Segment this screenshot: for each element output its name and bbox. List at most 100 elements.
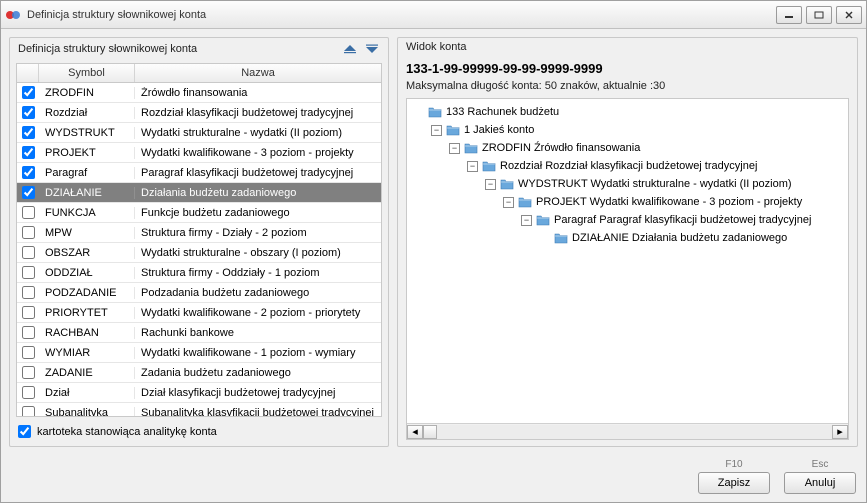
row-symbol: RACHBAN [39,327,135,339]
tree-collapse-icon[interactable]: − [431,125,442,136]
tree-item[interactable]: −WYDSTRUKT Wydatki strukturalne - wydatk… [409,175,846,193]
row-symbol: PODZADANIE [39,287,135,299]
row-checkbox[interactable] [22,286,35,299]
row-symbol: Subanalityka [39,407,135,417]
tree-collapse-icon[interactable]: − [449,143,460,154]
structure-panel-header: Definicja struktury słownikowej konta [10,38,388,63]
row-check-cell [17,106,39,119]
tree-item[interactable]: 133 Rachunek budżetu [409,103,846,121]
table-row[interactable]: RozdziałRozdział klasyfikacji budżetowej… [17,103,381,123]
row-checkbox[interactable] [22,326,35,339]
table-row[interactable]: ZADANIEZadania budżetu zadaniowego [17,363,381,383]
row-checkbox[interactable] [22,266,35,279]
table-row[interactable]: MPWStruktura firmy - Działy - 2 poziom [17,223,381,243]
row-nazwa: Struktura firmy - Oddziały - 1 poziom [135,267,381,279]
tree-item[interactable]: − ZRODFIN Źrówdło finansowania [409,139,846,157]
row-checkbox[interactable] [22,166,35,179]
tree-collapse-icon[interactable]: − [467,161,478,172]
row-nazwa: Wydatki kwalifikowane - 1 poziom - wymia… [135,347,381,359]
window-title: Definicja struktury słownikowej konta [27,9,776,21]
row-symbol: FUNKCJA [39,207,135,219]
row-symbol: PROJEKT [39,147,135,159]
tree-item-label: ZRODFIN Źrówdło finansowania [482,142,640,154]
content-area: Definicja struktury słownikowej konta Sy… [1,29,866,455]
row-checkbox[interactable] [22,386,35,399]
move-down-icon[interactable] [364,41,380,57]
table-row[interactable]: PROJEKTWydatki kwalifikowane - 3 poziom … [17,143,381,163]
row-symbol: Dział [39,387,135,399]
table-row[interactable]: DZIAŁANIEDziałania budżetu zadaniowego [17,183,381,203]
row-nazwa: Rozdział klasyfikacji budżetowej tradycy… [135,107,381,119]
save-button[interactable]: Zapisz [698,472,770,494]
tree-item-label: PROJEKT Wydatki kwalifikowane - 3 poziom… [536,196,802,208]
tree-collapse-icon[interactable]: − [521,215,532,226]
account-code: 133-1-99-99999-99-99-9999-9999 [406,59,849,80]
row-checkbox[interactable] [22,226,35,239]
scroll-left-arrow[interactable]: ◂ [407,425,423,439]
table-row[interactable]: ODDZIAŁStruktura firmy - Oddziały - 1 po… [17,263,381,283]
structure-panel-title: Definicja struktury słownikowej konta [18,43,197,55]
save-hint: F10 [725,459,742,470]
table-row[interactable]: PODZADANIEPodzadania budżetu zadaniowego [17,283,381,303]
row-check-cell [17,226,39,239]
row-check-cell [17,386,39,399]
scroll-thumb[interactable] [423,425,437,439]
row-check-cell [17,326,39,339]
row-check-cell [17,406,39,416]
row-checkbox[interactable] [22,306,35,319]
row-checkbox[interactable] [22,406,35,416]
table-row[interactable]: DziałDział klasyfikacji budżetowej trady… [17,383,381,403]
folder-icon [428,106,442,118]
close-button[interactable] [836,6,862,24]
table-body: ZRODFINŹrówdło finansowaniaRozdziałRozdz… [17,83,381,416]
row-symbol: OBSZAR [39,247,135,259]
table-row[interactable]: SubanalitykaSubanalityka klasyfikacji bu… [17,403,381,416]
scroll-right-arrow[interactable]: ▸ [832,425,848,439]
structure-table: Symbol Nazwa ZRODFINŹrówdło finansowania… [16,63,382,417]
tree-item[interactable]: − Paragraf Paragraf klasyfikacji budżetow… [409,211,846,229]
table-row[interactable]: ParagrafParagraf klasyfikacji budżetowej… [17,163,381,183]
table-row[interactable]: PRIORYTETWydatki kwalifikowane - 2 pozio… [17,303,381,323]
cancel-hint: Esc [812,459,829,470]
table-row[interactable]: RACHBANRachunki bankowe [17,323,381,343]
table-row[interactable]: ZRODFINŹrówdło finansowania [17,83,381,103]
tree-leaf-icon [539,233,550,244]
row-check-cell [17,366,39,379]
move-up-icon[interactable] [342,41,358,57]
row-checkbox[interactable] [22,186,35,199]
row-checkbox[interactable] [22,146,35,159]
row-check-cell [17,286,39,299]
row-checkbox[interactable] [22,126,35,139]
horizontal-scrollbar[interactable]: ◂ ▸ [407,423,848,439]
cancel-button[interactable]: Anuluj [784,472,856,494]
row-symbol: ZADANIE [39,367,135,379]
row-checkbox[interactable] [22,86,35,99]
row-checkbox[interactable] [22,106,35,119]
analytic-checkbox-label[interactable]: kartoteka stanowiąca analitykę konta [37,426,217,438]
row-checkbox[interactable] [22,366,35,379]
table-row[interactable]: WYDSTRUKTWydatki strukturalne - wydatki … [17,123,381,143]
tree-item[interactable]: DZIAŁANIE Działania budżetu zadaniowego [409,229,846,247]
row-checkbox[interactable] [22,346,35,359]
row-checkbox[interactable] [22,206,35,219]
tree-collapse-icon[interactable]: − [503,197,514,208]
scroll-track[interactable] [423,425,832,439]
table-row[interactable]: WYMIARWydatki kwalifikowane - 1 poziom -… [17,343,381,363]
analytic-checkbox[interactable] [18,425,31,438]
col-nazwa[interactable]: Nazwa [135,64,381,82]
tree-item[interactable]: −Rozdział Rozdział klasyfikacji budżetow… [409,157,846,175]
tree-item[interactable]: − PROJEKT Wydatki kwalifikowane - 3 pozio… [409,193,846,211]
minimize-button[interactable] [776,6,802,24]
tree-view[interactable]: 133 Rachunek budżetu−1 Jakieś konto−ZROD… [406,98,849,440]
row-nazwa: Dział klasyfikacji budżetowej tradycyjne… [135,387,381,399]
tree-item[interactable]: −1 Jakieś konto [409,121,846,139]
table-row[interactable]: OBSZARWydatki strukturalne - obszary (I … [17,243,381,263]
col-symbol[interactable]: Symbol [39,64,135,82]
maximize-button[interactable] [806,6,832,24]
row-check-cell [17,306,39,319]
table-row[interactable]: FUNKCJAFunkcje budżetu zadaniowego [17,203,381,223]
row-checkbox[interactable] [22,246,35,259]
col-check [17,64,39,82]
tree-item-label: Paragraf Paragraf klasyfikacji budżetowe… [554,214,811,226]
tree-collapse-icon[interactable]: − [485,179,496,190]
